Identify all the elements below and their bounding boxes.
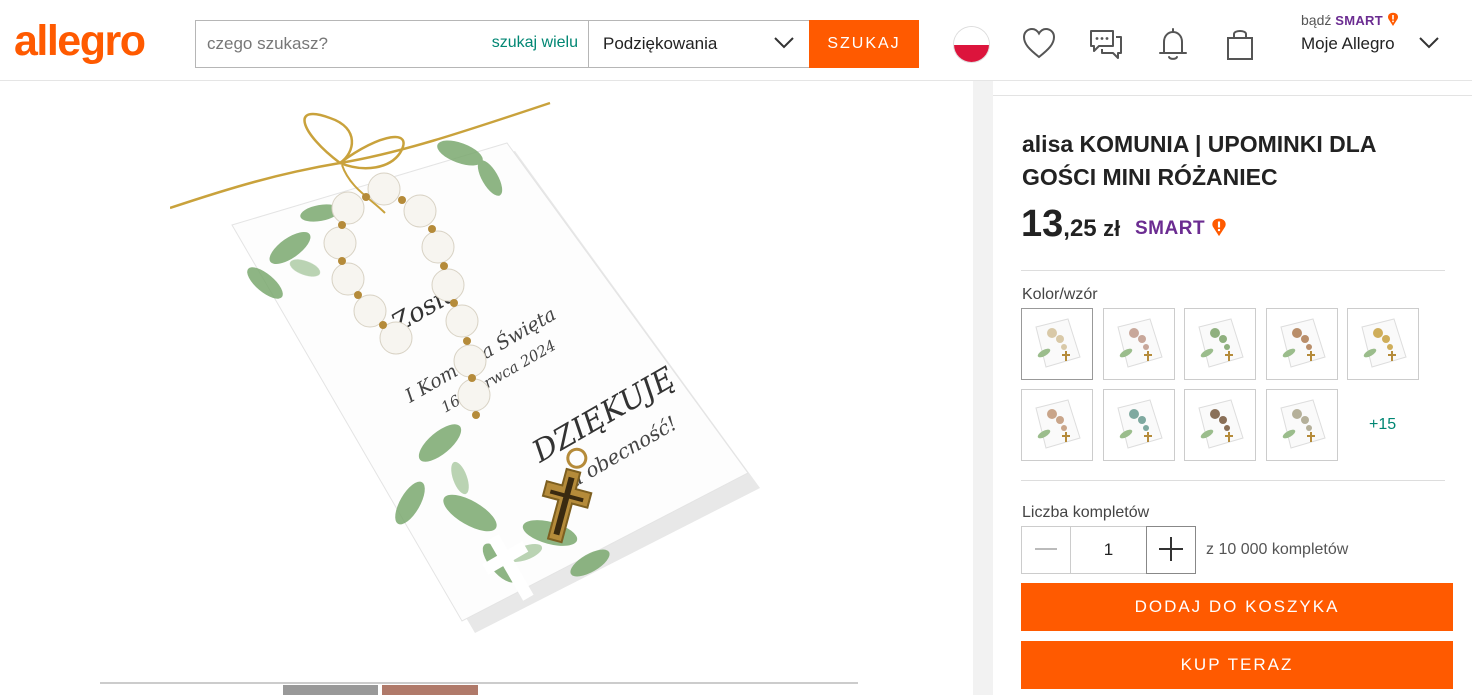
panel-top-divider bbox=[993, 95, 1472, 96]
product-panel: alisa KOMUNIA | UPOMINKI DLA GOŚCI MINI … bbox=[993, 81, 1472, 695]
price-currency: zł bbox=[1103, 216, 1121, 241]
price-cents: ,25 bbox=[1063, 215, 1097, 242]
allegro-logo[interactable]: allegro bbox=[14, 20, 146, 63]
thumbnail-3[interactable] bbox=[382, 685, 478, 695]
variant-option[interactable] bbox=[1102, 308, 1175, 380]
product-gallery: Zosia I Komunia Święta 16 czerwca 2024 D… bbox=[0, 81, 973, 695]
messages-icon[interactable] bbox=[1088, 26, 1124, 62]
cart-bag-icon[interactable] bbox=[1222, 26, 1258, 62]
my-allegro-menu[interactable]: Moje Allegro bbox=[1301, 34, 1395, 54]
variant-thumbnail-image bbox=[1279, 399, 1326, 449]
variant-option[interactable] bbox=[1347, 308, 1419, 380]
thumbnail-scrollbar[interactable] bbox=[100, 682, 858, 684]
quantity-decrease-button[interactable] bbox=[1021, 526, 1071, 574]
variant-option[interactable] bbox=[1021, 389, 1093, 461]
plus-icon bbox=[1159, 536, 1183, 561]
search-input[interactable] bbox=[196, 21, 466, 67]
thumbnail-2[interactable] bbox=[283, 685, 378, 695]
quantity-input[interactable] bbox=[1070, 526, 1147, 574]
variant-thumbnail-image bbox=[1035, 318, 1081, 368]
quantity-increase-button[interactable] bbox=[1146, 526, 1196, 574]
variant-option[interactable] bbox=[1184, 389, 1256, 461]
smart-pin-icon bbox=[1387, 12, 1398, 26]
variant-thumbnail-image bbox=[1361, 318, 1407, 368]
variant-thumbnail-image bbox=[1116, 399, 1163, 449]
variant-option[interactable] bbox=[1265, 308, 1338, 380]
variant-option[interactable] bbox=[1102, 389, 1175, 461]
product-title: alisa KOMUNIA | UPOMINKI DLA GOŚCI MINI … bbox=[1022, 131, 1376, 190]
variant-label: Kolor/wzór bbox=[1022, 286, 1098, 303]
variant-thumbnail-image bbox=[1198, 318, 1244, 368]
search-box: szukaj wielu bbox=[195, 20, 588, 68]
smart-badge-text: SMART bbox=[1135, 218, 1206, 239]
smart-promo[interactable]: bądź SMART bbox=[1301, 12, 1399, 28]
product-price: 13,25 zł bbox=[1021, 203, 1120, 246]
quantity-available: z 10 000 kompletów bbox=[1206, 541, 1349, 558]
smart-badge: SMART bbox=[1135, 217, 1227, 240]
variant-option[interactable] bbox=[1184, 308, 1256, 380]
product-main-image[interactable]: Zosia I Komunia Święta 16 czerwca 2024 D… bbox=[170, 93, 770, 673]
divider bbox=[1021, 270, 1445, 271]
panel-separator bbox=[973, 81, 993, 695]
chevron-down-icon[interactable] bbox=[1418, 36, 1440, 50]
variant-thumbnail-image bbox=[1116, 318, 1163, 368]
smart-logo-text: SMART bbox=[1335, 13, 1383, 28]
search-button[interactable]: SZUKAJ bbox=[809, 20, 919, 68]
quantity-label: Liczba kompletów bbox=[1022, 504, 1150, 521]
category-select[interactable]: Podziękowania bbox=[588, 20, 810, 68]
divider bbox=[1021, 480, 1445, 481]
variant-option[interactable] bbox=[1265, 389, 1338, 461]
buy-now-button[interactable]: KUP TERAZ bbox=[1021, 641, 1453, 689]
smart-prefix: bądź bbox=[1301, 12, 1332, 28]
variant-thumbnail-image bbox=[1035, 399, 1081, 449]
minus-icon bbox=[1035, 547, 1057, 550]
price-main: 13 bbox=[1021, 203, 1064, 245]
search-many-link[interactable]: szukaj wielu bbox=[492, 34, 578, 52]
variants-more-link[interactable]: +15 bbox=[1369, 416, 1396, 434]
heart-icon[interactable] bbox=[1021, 26, 1057, 62]
add-to-cart-button[interactable]: DODAJ DO KOSZYKA bbox=[1021, 583, 1453, 631]
top-header: allegro szukaj wielu Podziękowania SZUKA… bbox=[0, 0, 1472, 81]
variant-thumbnail-image bbox=[1279, 318, 1326, 368]
smart-pin-icon bbox=[1212, 218, 1226, 237]
chevron-down-icon bbox=[774, 37, 794, 49]
variant-thumbnail-image bbox=[1198, 399, 1244, 449]
poland-flag-icon[interactable] bbox=[954, 27, 989, 62]
category-select-value: Podziękowania bbox=[603, 34, 718, 53]
bell-icon[interactable] bbox=[1155, 26, 1191, 62]
variant-option[interactable] bbox=[1021, 308, 1093, 380]
